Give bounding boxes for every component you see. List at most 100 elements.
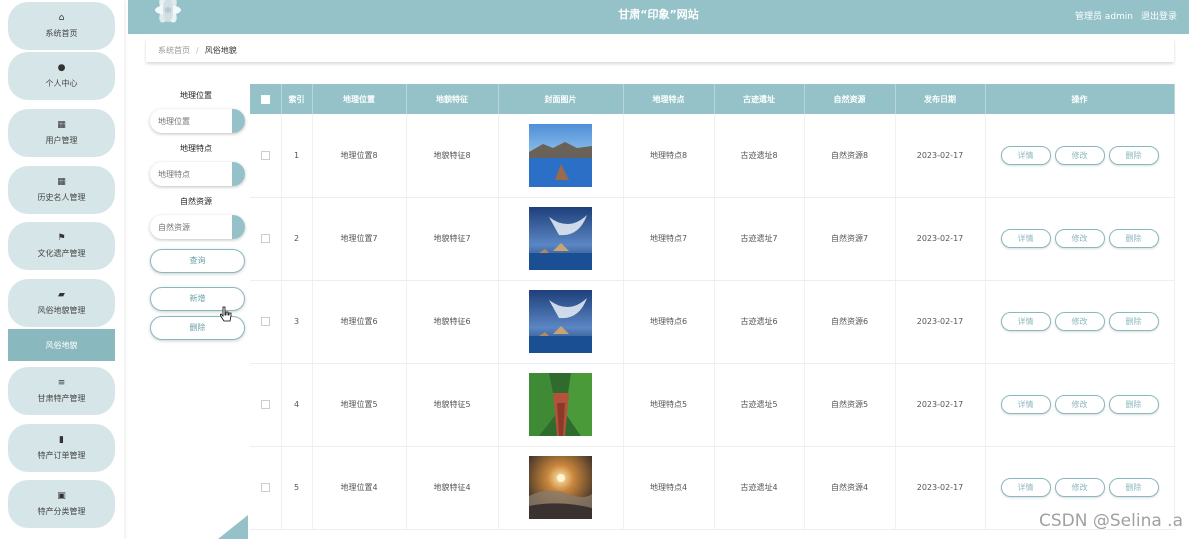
table-row[interactable]: 1 地理位置8 地貌特征8 地理特点8 古迹遗址8 自然资源8 2023-02-17 详情 修改… [250, 114, 1175, 198]
cover-cell [498, 197, 624, 281]
date-cell: 2023-02-17 [895, 446, 986, 530]
row-checkbox[interactable] [260, 150, 270, 160]
feature-label: 地理特点 [180, 144, 212, 153]
index-cell: 3 [281, 280, 313, 364]
sidebar-item-home[interactable]: ⌂ 系统首页 [8, 2, 115, 50]
edit-button[interactable]: 修改 [1054, 145, 1105, 165]
feature-cell: 地理特点6 [623, 280, 715, 364]
column-header: 操作 [985, 84, 1175, 114]
table-header-row: 索引 地理位置 地貌特征 封面图片 地理特点 古迹遗址 自然资源 发布日期 操作 [250, 84, 1175, 114]
edit-button[interactable]: 修改 [1054, 229, 1105, 248]
book-icon: ▮ [59, 435, 64, 445]
sidebar-item-orders[interactable]: ▮ 特产订单管理 [8, 424, 115, 472]
sidebar-item-celebrities[interactable]: ▦ 历史名人管理 [8, 166, 115, 214]
edit-button[interactable]: 修改 [1054, 478, 1105, 497]
date-cell: 2023-02-17 [895, 197, 986, 281]
column-header: 地貌特征 [406, 84, 499, 114]
sidebar-item-label: 文化遗产管理 [37, 249, 86, 258]
index-cell: 4 [281, 363, 313, 447]
user-icon: ● [57, 63, 66, 73]
actions-cell: 详情 修改 删除 [985, 197, 1175, 281]
index-cell: 2 [281, 197, 313, 281]
landform-cell: 地貌特征6 [406, 280, 499, 364]
column-header: 封面图片 [498, 84, 624, 114]
row-checkbox[interactable] [260, 234, 270, 243]
detail-button[interactable]: 详情 [1000, 478, 1051, 497]
chart-icon: ▣ [57, 491, 66, 501]
resource-cell: 自然资源6 [804, 280, 896, 364]
logout-link[interactable]: 退出登录 [1141, 9, 1177, 22]
query-button[interactable]: 查询 [150, 249, 245, 273]
location-label: 地理位置 [180, 91, 212, 100]
input-accent [232, 162, 245, 186]
cover-cell [498, 446, 624, 530]
feature-field[interactable] [150, 162, 245, 186]
landform-cell: 地貌特征7 [406, 197, 499, 281]
watermark: CSDN @Selina .a [1039, 511, 1183, 531]
data-table: 索引 地理位置 地貌特征 封面图片 地理特点 古迹遗址 自然资源 发布日期 操作… [250, 84, 1175, 530]
sidebar-subitem-customs[interactable]: 风俗地貌 [8, 329, 115, 361]
location-input[interactable] [150, 109, 230, 133]
row-checkbox[interactable] [260, 400, 270, 409]
location-cell: 地理位置5 [312, 363, 407, 447]
delete-button[interactable]: 删除 [1108, 145, 1159, 165]
index-cell: 5 [281, 446, 313, 530]
cover-image [529, 123, 592, 187]
site-cell: 古迹遗址4 [714, 446, 805, 530]
column-header: 发布日期 [895, 84, 986, 114]
cover-image [529, 373, 592, 436]
sidebar-item-profile[interactable]: ● 个人中心 [8, 52, 115, 100]
select-all-checkbox[interactable] [260, 94, 270, 104]
resource-field[interactable] [150, 215, 245, 239]
home-icon: ⌂ [58, 13, 65, 23]
landform-cell: 地貌特征4 [406, 446, 499, 530]
edit-button[interactable]: 修改 [1054, 312, 1105, 331]
flag-icon: ⚑ [57, 233, 66, 243]
sidebar-item-categories[interactable]: ▣ 特产分类管理 [8, 480, 115, 528]
admin-label: 管理员 admin [1074, 12, 1133, 22]
location-field[interactable] [150, 109, 245, 133]
delete-button[interactable]: 删除 [1108, 229, 1159, 248]
breadcrumb-current: 风俗地貌 [204, 45, 237, 55]
input-accent [232, 215, 245, 239]
index-cell: 1 [281, 114, 313, 198]
top-header: 甘肃“印象”网站 管理员 admin 退出登录 [128, 0, 1189, 34]
cover-image [529, 456, 592, 519]
feature-cell: 地理特点7 [623, 197, 715, 281]
edit-button[interactable]: 修改 [1054, 395, 1105, 414]
delete-button[interactable]: 删除 [1108, 395, 1159, 414]
location-cell: 地理位置8 [312, 114, 407, 198]
feature-input[interactable] [150, 162, 230, 186]
table-row[interactable]: 3 地理位置6 地貌特征6 地理特点6 古迹遗址6 自然资源6 2023-02-17 详情 修改… [250, 280, 1175, 364]
column-header: 古迹遗址 [714, 84, 805, 114]
resource-cell: 自然资源4 [804, 446, 896, 530]
sidebar-item-label: 系统首页 [45, 29, 78, 38]
detail-button[interactable]: 详情 [1000, 395, 1051, 414]
cover-image [529, 207, 592, 270]
sidebar-item-specialties[interactable]: ≡ 甘肃特产管理 [8, 367, 115, 415]
sidebar-item-heritage[interactable]: ⚑ 文化遗产管理 [8, 222, 115, 270]
detail-button[interactable]: 详情 [1000, 312, 1051, 331]
resource-label: 自然资源 [180, 197, 212, 206]
breadcrumb-home[interactable]: 系统首页 [158, 45, 190, 56]
delete-button[interactable]: 删除 [1108, 478, 1159, 497]
row-checkbox[interactable] [260, 317, 270, 326]
row-checkbox[interactable] [260, 483, 270, 492]
delete-button[interactable]: 删除 [1108, 312, 1159, 331]
hand-cursor-icon [220, 306, 232, 322]
table-row[interactable]: 2 地理位置7 地貌特征7 地理特点7 古迹遗址7 自然资源7 2023-02-17 详情 修改… [250, 197, 1175, 281]
resource-input[interactable] [150, 215, 230, 239]
actions-cell: 详情 修改 删除 [985, 363, 1175, 447]
detail-button[interactable]: 详情 [1000, 229, 1051, 248]
sidebar-item-users[interactable]: ▦ 用户管理 [8, 109, 115, 157]
site-title: 甘肃“印象”网站 [618, 8, 699, 21]
date-cell: 2023-02-17 [895, 363, 986, 447]
column-header: 地理位置 [312, 84, 407, 114]
sidebar-item-label: 风俗地貌管理 [37, 306, 86, 315]
table-row[interactable]: 5 地理位置4 地貌特征4 地理特点4 古迹遗址4 自然资源4 2023-02-17 详情 修改… [250, 446, 1175, 530]
detail-button[interactable]: 详情 [1000, 145, 1051, 165]
sidebar-item-customs[interactable]: ▰ 风俗地貌管理 [8, 279, 115, 327]
cover-cell [498, 280, 624, 364]
column-header: 自然资源 [804, 84, 896, 114]
table-row[interactable]: 4 地理位置5 地貌特征5 地理特点5 古迹遗址5 自然资源5 2023-02-17 详情 修改… [250, 363, 1175, 447]
